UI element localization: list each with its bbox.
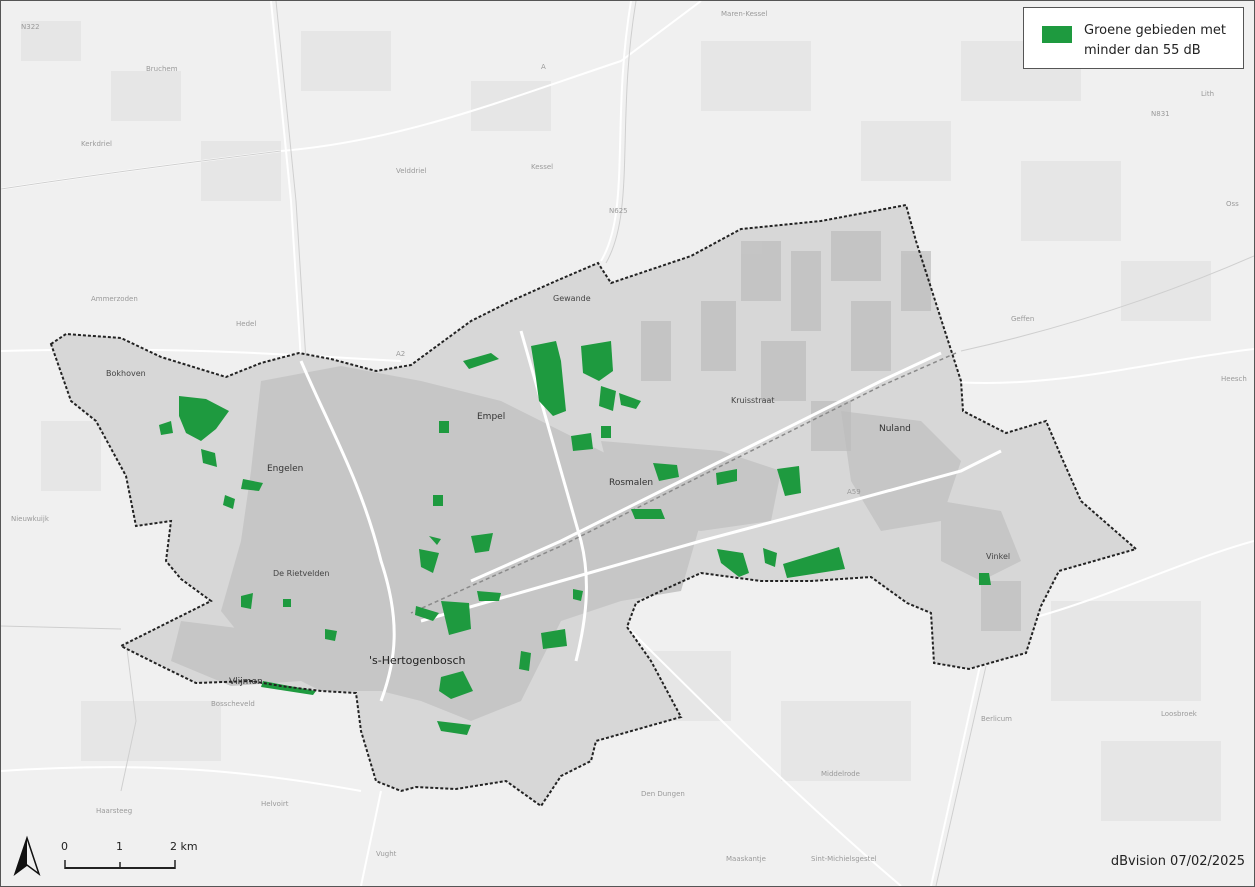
- label-geffen: Geffen: [1011, 315, 1034, 323]
- scale-bar: 0 1 2 km: [58, 840, 208, 875]
- label-sint-michielsgestel: Sint-Michielsgestel: [811, 855, 877, 863]
- green-area-gewande-6: [601, 426, 611, 438]
- label-gewande: Gewande: [553, 294, 591, 303]
- label-bokhoven: Bokhoven: [106, 369, 146, 378]
- map-svg: Engelen Empel Rosmalen Nuland Kruisstraa…: [1, 1, 1254, 886]
- label-maaskantje: Maaskantje: [726, 855, 766, 863]
- label-kessel: Kessel: [531, 163, 553, 171]
- label-nuland: Nuland: [879, 424, 911, 434]
- label-nieuwkuijk: Nieuwkuijk: [11, 515, 50, 523]
- map-credit: dBvision 07/02/2025: [1110, 854, 1245, 869]
- label-lith: Lith: [1201, 90, 1214, 98]
- green-area-south-5: [519, 651, 531, 671]
- green-area-rosmalen-south: [631, 509, 665, 519]
- label-bosscheveld: Bosscheveld: [211, 700, 255, 708]
- label-haarsteeg: Haarsteeg: [96, 807, 132, 815]
- map-legend: Groene gebieden met minder dan 55 dB: [1023, 7, 1244, 69]
- label-heesch: Heesch: [1221, 375, 1247, 383]
- label-empel: Empel: [477, 412, 505, 422]
- green-area-west-3: [325, 629, 337, 641]
- label-vinkel: Vinkel: [986, 552, 1010, 561]
- label-maren-kessel: Maren-Kessel: [721, 10, 767, 18]
- label-velddriel: Velddriel: [396, 167, 427, 175]
- label-den-dungen: Den Dungen: [641, 790, 685, 798]
- label-rosmalen: Rosmalen: [609, 478, 653, 488]
- green-area-center-1: [433, 495, 443, 506]
- label-vlijmen: Vlijmen: [229, 677, 263, 687]
- label-road-n831: N831: [1151, 110, 1170, 118]
- label-bruchem: Bruchem: [146, 65, 178, 73]
- map-canvas[interactable]: Engelen Empel Rosmalen Nuland Kruisstraa…: [0, 0, 1255, 887]
- label-road-a59: A59: [847, 488, 861, 496]
- label-oss: Oss: [1226, 200, 1239, 208]
- legend-label: Groene gebieden met minder dan 55 dB: [1084, 23, 1226, 58]
- green-area-vinkel: [979, 573, 991, 585]
- label-road-a: A: [541, 63, 546, 71]
- label-engelen: Engelen: [267, 464, 303, 474]
- label-road-n322: N322: [21, 23, 40, 31]
- label-road-a2: A2: [396, 350, 405, 358]
- label-berlicum: Berlicum: [981, 715, 1012, 723]
- north-arrow-icon: [12, 834, 42, 878]
- label-kerkdriel: Kerkdriel: [81, 140, 112, 148]
- label-den-bosch: 's-Hertogenbosch: [369, 654, 466, 667]
- green-area-empel-west: [439, 421, 449, 433]
- label-ammerzoden: Ammerzoden: [91, 295, 138, 303]
- legend-swatch-green-areas: [1042, 26, 1072, 43]
- green-area-gewande-4: [571, 433, 593, 451]
- label-hedel: Hedel: [236, 320, 256, 328]
- label-middelrode: Middelrode: [821, 770, 860, 778]
- label-road-n625: N625: [609, 207, 628, 215]
- label-kruisstraat: Kruisstraat: [731, 396, 775, 405]
- label-vught: Vught: [376, 850, 397, 858]
- green-area-west-2: [283, 599, 291, 607]
- label-loosbroek: Loosbroek: [1161, 710, 1198, 718]
- label-de-rietvelden: De Rietvelden: [273, 569, 329, 578]
- label-helvoirt: Helvoirt: [261, 800, 289, 808]
- scale-bar-graphic: [64, 860, 176, 869]
